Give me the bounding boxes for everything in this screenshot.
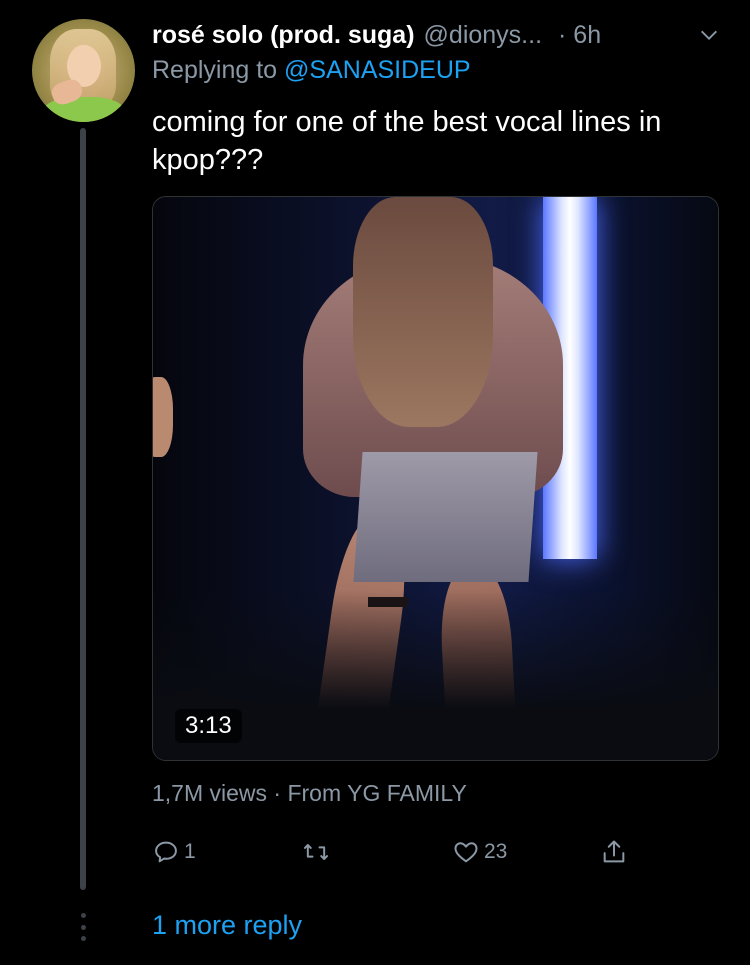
tweet-time[interactable]: · 6h — [558, 21, 601, 50]
reply-button[interactable]: 1 — [152, 832, 196, 872]
reply-icon — [155, 841, 177, 863]
avatar[interactable] — [32, 19, 135, 122]
like-count: 23 — [484, 840, 508, 863]
share-icon — [603, 840, 625, 863]
replying-prefix: Replying to — [152, 56, 285, 84]
more-replies-link[interactable]: 1 more reply — [152, 910, 302, 941]
retweet-icon — [303, 844, 329, 860]
display-name[interactable]: rosé solo (prod. suga) — [152, 21, 415, 50]
thread-dots — [80, 913, 86, 941]
heart-icon — [454, 842, 478, 863]
mention-link[interactable]: @SANASIDEUP — [284, 56, 471, 84]
video-media[interactable]: 3:13 — [152, 196, 719, 761]
thread-line — [80, 128, 86, 890]
video-meta: 1,7M views · From YG FAMILY — [152, 780, 467, 806]
like-button[interactable]: 23 — [452, 832, 507, 872]
tweet-actions: 1 23 — [152, 832, 642, 872]
video-duration-badge: 3:13 — [175, 709, 242, 743]
replying-to: Replying to @SANASIDEUP — [152, 56, 471, 85]
tweet-text: coming for one of the best vocal lines i… — [152, 106, 662, 176]
retweet-button[interactable] — [302, 832, 334, 872]
tweet-header: rosé solo (prod. suga) @dionys... · 6h — [152, 17, 720, 53]
chevron-down-icon[interactable] — [698, 24, 720, 46]
reply-count: 1 — [184, 840, 196, 863]
share-button[interactable] — [600, 832, 628, 872]
user-handle[interactable]: @dionys... — [424, 21, 542, 50]
